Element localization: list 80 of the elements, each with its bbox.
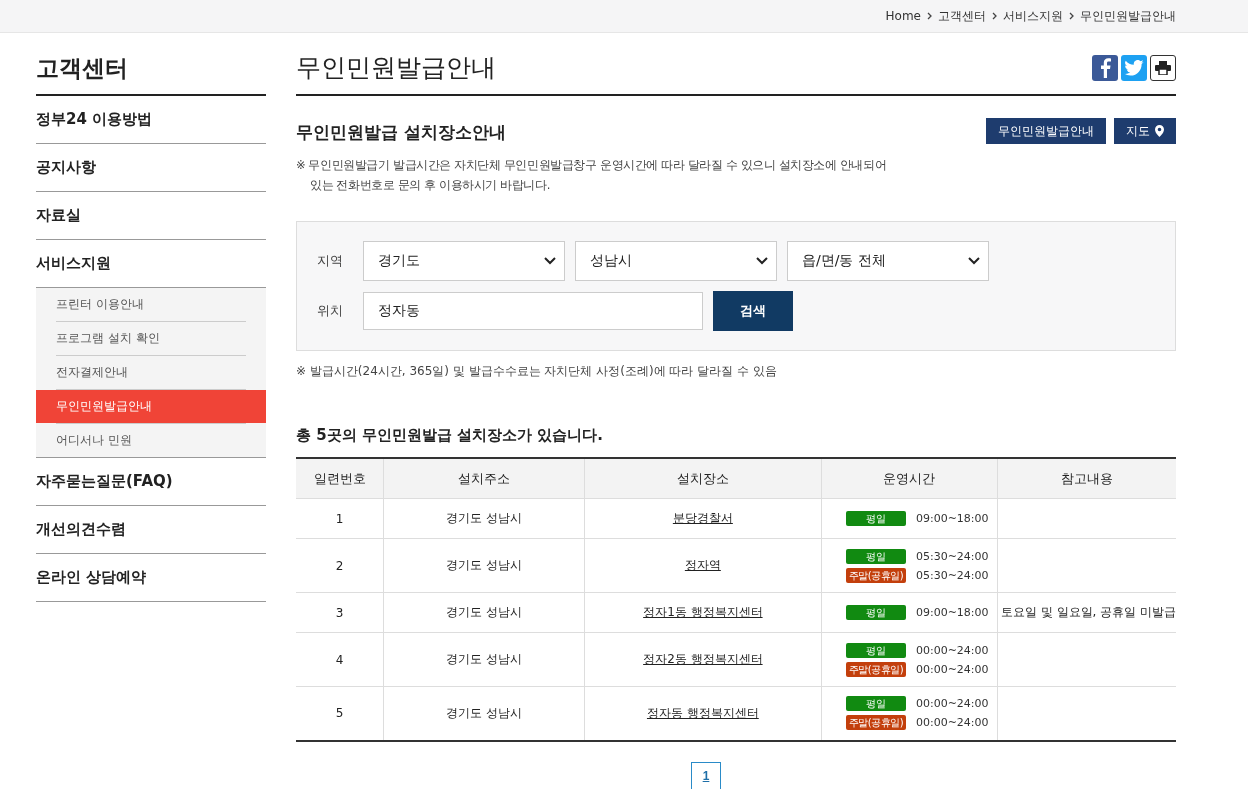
time-range: 00:00~24:00 — [915, 697, 989, 711]
time-range: 00:00~24:00 — [915, 662, 989, 676]
breadcrumb-link[interactable]: 서비스지원 — [1003, 7, 1063, 25]
dropdown[interactable]: 읍/면/동 전체 — [787, 241, 989, 282]
dropdown[interactable]: 성남시 — [575, 241, 777, 282]
printer-icon — [1155, 60, 1171, 75]
time-range: 05:30~24:00 — [915, 568, 989, 582]
time-range: 00:00~24:00 — [915, 716, 989, 730]
page-button[interactable]: 1 — [691, 761, 721, 789]
table-cell: 경기도 성남시 — [383, 538, 585, 593]
table-cell: 4 — [296, 632, 384, 687]
section-title: 무인민원발급 설치장소안내 — [296, 121, 506, 144]
chevron-right-icon — [992, 12, 997, 20]
chevron-down-icon — [968, 257, 980, 266]
day-type-badge: 평일 — [845, 548, 906, 564]
chevron-right-icon — [1069, 12, 1074, 20]
day-type-badge: 평일 — [845, 511, 906, 527]
day-type-badge: 평일 — [845, 605, 906, 621]
column-header: 설치주소 — [383, 458, 585, 499]
print-button[interactable] — [1150, 54, 1176, 81]
page-title: 무인민원발급안내 — [296, 52, 496, 84]
breadcrumb-link[interactable]: 무인민원발급안내 — [1080, 7, 1176, 25]
guide-button[interactable]: 무인민원발급안내 — [986, 118, 1106, 144]
facebook-share-button[interactable] — [1092, 54, 1118, 81]
chevron-right-icon — [927, 12, 932, 20]
place-link[interactable]: 정자동 행정복지센터 — [646, 705, 759, 720]
table-cell: 경기도 성남시 — [383, 686, 585, 741]
bird-logo-icon — [1124, 59, 1144, 76]
place-link[interactable]: 정자역 — [684, 558, 721, 573]
chevron-down-icon — [544, 257, 556, 266]
field-label: 지역 — [317, 252, 344, 271]
location-input[interactable]: 정자동 — [363, 292, 703, 331]
notice-text: ※ 무인민원발급기 발급시간은 자치단체 무인민원발급창구 운영시간에 따라 달라질 수 있으니 설치장소에 안내되어 있는 전화번호로 문의 후 이용하시기 바랍니다. — [296, 157, 888, 194]
dropdown[interactable]: 경기도 — [363, 241, 565, 282]
column-header: 일련번호 — [296, 458, 384, 499]
day-type-badge: 주말(공휴일) — [845, 567, 906, 583]
submenu-item[interactable]: 전자결제안내 — [36, 356, 266, 389]
day-type-badge: 주말(공휴일) — [845, 715, 906, 731]
table-cell: 3 — [296, 592, 384, 633]
place-link[interactable]: 정자2동 행정복지센터 — [643, 652, 763, 667]
table-cell: 경기도 성남시 — [383, 498, 585, 539]
breadcrumb-link[interactable]: 고객센터 — [938, 7, 986, 25]
facebook-logo-icon — [1098, 57, 1112, 78]
sidebar-item[interactable]: 정부24 이용방법 — [36, 96, 266, 144]
breadcrumb-link[interactable]: Home — [885, 9, 921, 23]
field-label: 위치 — [317, 302, 344, 321]
fee-note: ※ 발급시간(24시간, 365일) 및 발급수수료는 자치단체 사정(조례)에 따라 달라질 수 있음 — [296, 363, 778, 381]
chevron-down-icon — [756, 257, 768, 266]
sidebar-item[interactable]: 자주묻는질문(FAQ) — [36, 458, 266, 506]
table-cell: 토요일 및 일요일, 공휴일 미발급 — [997, 592, 1176, 633]
map-pin-icon — [1155, 125, 1164, 137]
submenu-item[interactable]: 어디서나 민원 — [36, 424, 266, 457]
submenu-item[interactable]: 무인민원발급안내 — [36, 390, 266, 423]
day-type-badge: 평일 — [845, 642, 906, 658]
table-cell: 경기도 성남시 — [383, 632, 585, 687]
table-cell: 2 — [296, 538, 384, 593]
sidebar-title: 고객센터 — [36, 33, 266, 96]
place-link[interactable]: 분당경찰서 — [672, 511, 733, 526]
time-range: 00:00~24:00 — [915, 643, 989, 657]
search-button[interactable]: 검색 — [713, 291, 793, 332]
column-header: 설치장소 — [584, 458, 822, 499]
column-header: 운영시간 — [821, 458, 998, 499]
time-range: 09:00~18:00 — [915, 512, 989, 526]
column-header: 참고내용 — [997, 458, 1176, 499]
sidebar-item[interactable]: 개선의견수렴 — [36, 506, 266, 554]
sidebar-item[interactable]: 공지사항 — [36, 144, 266, 192]
submenu-item[interactable]: 프린터 이용안내 — [36, 288, 266, 321]
sidebar-item[interactable]: 자료실 — [36, 192, 266, 240]
submenu-item[interactable]: 프로그램 설치 확인 — [36, 322, 266, 355]
result-count: 총 5곳의 무인민원발급 설치장소가 있습니다. — [296, 426, 605, 446]
time-range: 05:30~24:00 — [915, 549, 989, 563]
place-link[interactable]: 정자1동 행정복지센터 — [643, 605, 763, 620]
sidebar-item[interactable]: 온라인 상담예약 — [36, 554, 266, 602]
table-cell: 5 — [296, 686, 384, 741]
table-cell: 경기도 성남시 — [383, 592, 585, 633]
map-button[interactable]: 지도 — [1114, 118, 1176, 144]
time-range: 09:00~18:00 — [915, 606, 989, 620]
day-type-badge: 주말(공휴일) — [845, 661, 906, 677]
day-type-badge: 평일 — [845, 696, 906, 712]
table-cell: 1 — [296, 498, 384, 539]
